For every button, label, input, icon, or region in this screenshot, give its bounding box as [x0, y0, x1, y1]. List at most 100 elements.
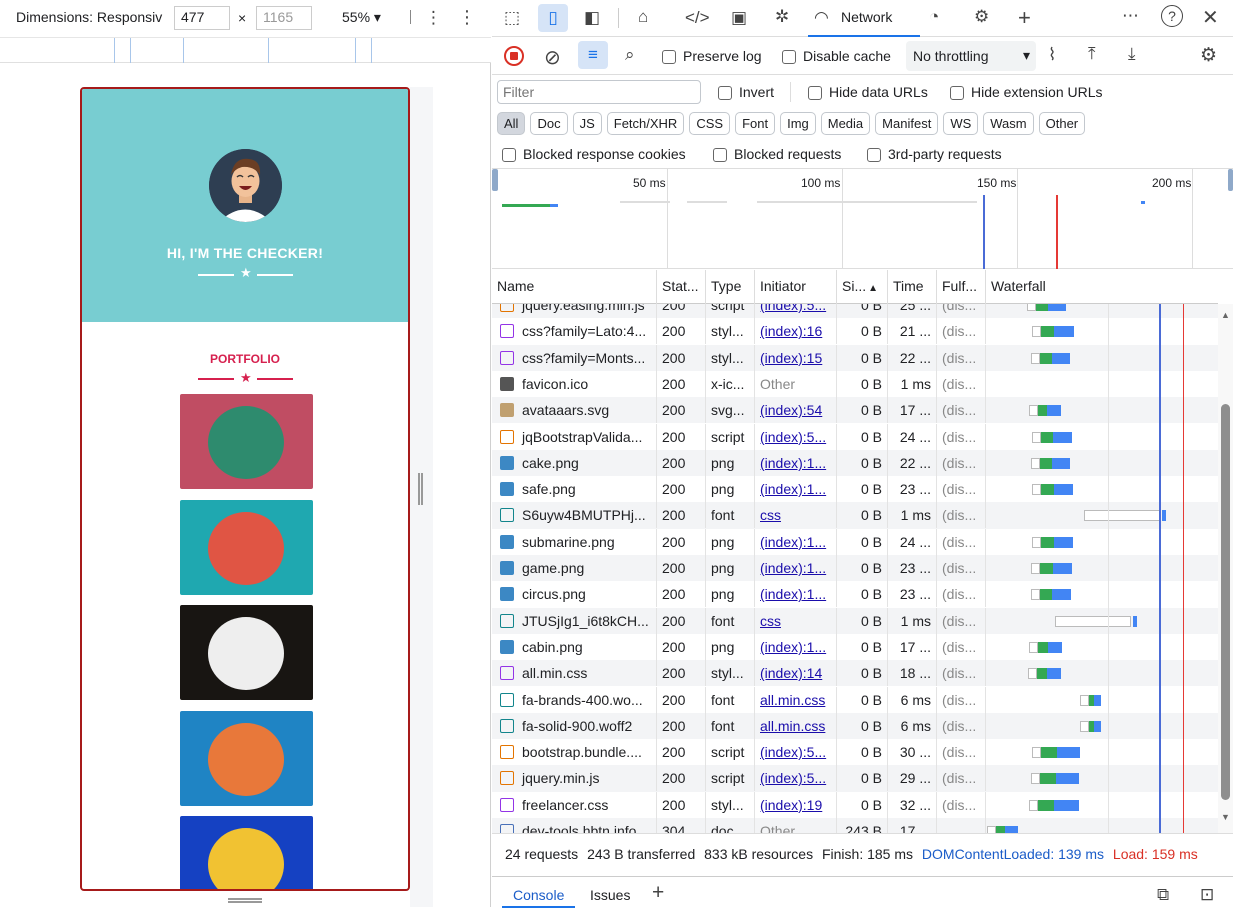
cell-initiator[interactable]: (index):1... — [755, 581, 837, 608]
request-row[interactable]: cabin.png 200 png (index):1... 0 B 17 ... (dis… — [492, 633, 1218, 661]
request-row[interactable]: jqBootstrapValida... 200 script (index):5..… — [492, 423, 1218, 450]
network-conditions-icon[interactable]: ⌇ — [1048, 45, 1056, 65]
performance-icon[interactable]: ◔ — [929, 7, 939, 27]
request-row[interactable]: cake.png 200 png (index):1... 0 B 22 ... (dis.… — [492, 449, 1218, 477]
type-filter-ws[interactable]: WS — [943, 112, 979, 135]
request-row[interactable]: avataaars.svg 200 svg... (index):54 0 B 17 ..… — [492, 397, 1218, 424]
portfolio-tile-safe[interactable] — [180, 816, 313, 889]
cell-initiator[interactable]: (index):5... — [755, 423, 837, 450]
export-har-icon[interactable]: ⤓ — [1128, 44, 1136, 64]
filter-toggle-icon[interactable]: ≡ — [578, 41, 608, 69]
height-input[interactable]: 1165 — [256, 6, 312, 30]
request-row[interactable]: submarine.png 200 png (index):1... 0 B 24 ...… — [492, 528, 1218, 555]
close-icon[interactable]: ✕ — [1202, 5, 1219, 30]
type-filter-img[interactable]: Img — [780, 112, 816, 135]
invert-checkbox[interactable]: Invert — [718, 84, 774, 101]
settings-gear-icon[interactable]: ⚙ — [1200, 44, 1217, 67]
width-input[interactable]: 477 — [174, 6, 230, 30]
device-toggle-icon[interactable]: ▯ — [538, 4, 568, 32]
column-initiator[interactable]: Initiator — [755, 270, 837, 304]
cell-initiator[interactable]: all.min.css — [755, 712, 837, 739]
type-filter-font[interactable]: Font — [735, 112, 776, 135]
portfolio-tile-cabin[interactable] — [180, 394, 313, 489]
cell-initiator[interactable]: (index):1... — [755, 449, 837, 476]
tab-network[interactable]: ◠ Network — [808, 0, 920, 37]
type-filter-fetchxhr[interactable]: Fetch/XHR — [606, 112, 685, 135]
request-row[interactable]: bootstrap.bundle.... 200 script (index):5..… — [492, 739, 1218, 766]
request-row[interactable]: all.min.css 200 styl... (index):14 0 B 18 ...… — [492, 660, 1218, 687]
capture-icon[interactable]: ⋮ — [425, 8, 442, 28]
cell-initiator[interactable]: all.min.css — [755, 686, 837, 713]
drawer-tab-console[interactable]: Console — [502, 877, 576, 908]
request-row[interactable]: JTUSjIg1_i6t8kCH... 200 font css 0 B 1 ms (dis… — [492, 607, 1218, 634]
help-icon[interactable]: ? — [1161, 5, 1183, 27]
dock-drawer-icon[interactable]: ⧉ — [1157, 885, 1169, 905]
portfolio-tile-cake[interactable] — [180, 499, 313, 595]
cell-initiator[interactable]: (index):19 — [755, 791, 837, 818]
scroll-up-icon[interactable]: ▲ — [1221, 310, 1230, 320]
dimensions-dropdown[interactable]: Dimensions: Responsiv — [16, 9, 162, 25]
request-row[interactable]: jquery.min.js 200 script (index):5... 0 B 29 … — [492, 765, 1218, 792]
cell-initiator[interactable]: (index):54 — [755, 397, 837, 424]
disable-cache-checkbox[interactable]: Disable cache — [782, 48, 891, 65]
record-icon[interactable] — [504, 46, 524, 66]
request-row[interactable]: css?family=Monts... 200 styl... (index):15 0… — [492, 344, 1218, 371]
drawer-tab-issues[interactable]: Issues — [590, 887, 630, 903]
scrollbar-thumb[interactable] — [1221, 404, 1230, 800]
cell-initiator[interactable]: (index):1... — [755, 476, 837, 503]
request-row[interactable]: safe.png 200 png (index):1... 0 B 23 ... (dis.… — [492, 476, 1218, 503]
request-row[interactable]: fa-solid-900.woff2 200 font all.min.css 0 B 6… — [492, 712, 1218, 740]
cell-initiator[interactable]: (index):1... — [755, 555, 837, 581]
more-tabs-icon[interactable]: ⋯ — [1122, 6, 1139, 26]
add-tab-icon[interactable]: + — [1018, 5, 1031, 31]
add-drawer-tab-icon[interactable]: + — [652, 881, 664, 905]
type-filter-all[interactable]: All — [497, 112, 526, 135]
throttling-select[interactable]: No throttling ▾ — [906, 41, 1036, 71]
request-row[interactable]: favicon.ico 200 x-ic... Other 0 B 1 ms (dis... — [492, 370, 1218, 398]
cell-initiator[interactable]: (index):1... — [755, 528, 837, 555]
column-size[interactable]: Si... ▲ — [837, 270, 888, 304]
resize-handle[interactable] — [418, 473, 423, 505]
clear-icon[interactable]: ⊘ — [544, 45, 561, 70]
column-name[interactable]: Name — [492, 270, 657, 304]
column-waterfall[interactable]: Waterfall — [986, 270, 1218, 304]
preserve-log-checkbox[interactable]: Preserve log — [662, 48, 762, 65]
bottom-resize-handle[interactable] — [228, 898, 262, 903]
more-options-icon[interactable]: ⋮ — [458, 7, 476, 28]
column-status[interactable]: Stat... — [657, 270, 706, 304]
cell-initiator[interactable]: css — [755, 502, 837, 529]
request-row[interactable]: css?family=Lato:4... 200 styl... (index):16… — [492, 318, 1218, 345]
type-filter-media[interactable]: Media — [820, 112, 871, 135]
type-filter-doc[interactable]: Doc — [530, 112, 568, 135]
type-filter-wasm[interactable]: Wasm — [983, 112, 1034, 135]
cell-initiator[interactable]: (index):14 — [755, 660, 837, 687]
elements-icon[interactable]: </> — [685, 8, 710, 28]
column-type[interactable]: Type — [706, 270, 755, 304]
request-row[interactable]: S6uyw4BMUTPHj... 200 font css 0 B 1 ms (dis... — [492, 502, 1218, 529]
network-overview-timeline[interactable]: 50 ms 100 ms 150 ms 200 ms — [492, 168, 1233, 269]
column-time[interactable]: Time — [888, 270, 937, 304]
request-row[interactable]: dev-tools.hbtn.info 304 doc... Other 243 B 17… — [492, 818, 1218, 833]
blocked-cookies-checkbox[interactable]: Blocked response cookies — [502, 146, 686, 163]
column-fulfilled[interactable]: Fulf... — [937, 270, 986, 304]
cell-initiator[interactable]: (index):16 — [755, 318, 837, 345]
sources-icon[interactable]: ✲ — [775, 7, 789, 27]
request-row[interactable]: fa-brands-400.wo... 200 font all.min.css 0 B… — [492, 686, 1218, 713]
media-query-ruler[interactable] — [0, 37, 491, 63]
close-drawer-icon[interactable]: ⊡ — [1200, 885, 1214, 905]
cell-initiator[interactable]: (index):5... — [755, 739, 837, 766]
zoom-dropdown[interactable]: 55% ▾ — [342, 9, 381, 26]
cell-initiator[interactable]: (index):5... — [755, 304, 837, 318]
type-filter-other[interactable]: Other — [1038, 112, 1086, 135]
hide-extension-urls-checkbox[interactable]: Hide extension URLs — [950, 84, 1103, 101]
table-scrollbar[interactable]: ▲ ▼ — [1218, 304, 1233, 833]
request-row[interactable]: circus.png 200 png (index):1... 0 B 23 ... (di… — [492, 581, 1218, 608]
console-icon[interactable]: ▣ — [731, 8, 747, 28]
search-icon[interactable]: ⌕ — [625, 45, 635, 65]
third-party-checkbox[interactable]: 3rd-party requests — [867, 146, 1002, 163]
scroll-down-icon[interactable]: ▼ — [1221, 812, 1230, 822]
blocked-requests-checkbox[interactable]: Blocked requests — [713, 146, 841, 163]
request-row[interactable]: freelancer.css 200 styl... (index):19 0 B 32 … — [492, 791, 1218, 818]
portfolio-tile-game[interactable] — [180, 710, 313, 806]
type-filter-manifest[interactable]: Manifest — [875, 112, 939, 135]
